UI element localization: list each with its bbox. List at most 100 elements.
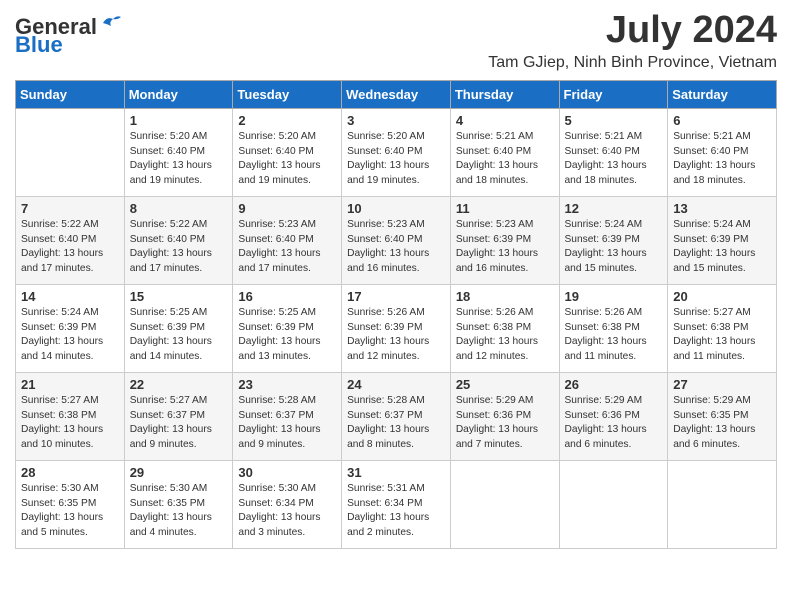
calendar-cell: 19 Sunrise: 5:26 AMSunset: 6:38 PMDayligh… xyxy=(559,284,668,372)
day-number: 30 xyxy=(238,465,336,480)
day-info: Sunrise: 5:23 AMSunset: 6:40 PMDaylight:… xyxy=(238,219,320,274)
day-number: 16 xyxy=(238,289,336,304)
day-number: 19 xyxy=(565,289,663,304)
header-monday: Monday xyxy=(124,80,233,108)
calendar-table: Sunday Monday Tuesday Wednesday Thursday… xyxy=(15,80,777,549)
day-info: Sunrise: 5:22 AMSunset: 6:40 PMDaylight:… xyxy=(130,219,212,274)
day-info: Sunrise: 5:25 AMSunset: 6:39 PMDaylight:… xyxy=(238,307,320,362)
day-number: 12 xyxy=(565,201,663,216)
day-info: Sunrise: 5:24 AMSunset: 6:39 PMDaylight:… xyxy=(21,307,103,362)
day-number: 15 xyxy=(130,289,228,304)
calendar-cell xyxy=(559,460,668,548)
day-number: 17 xyxy=(347,289,445,304)
calendar-week-row: 28Sunrise: 5:30 AMSunset: 6:35 PMDayligh… xyxy=(16,460,777,548)
month-title: July 2024 xyxy=(488,10,777,52)
calendar-cell: 1 Sunrise: 5:20 AMSunset: 6:40 PMDaylight… xyxy=(124,108,233,196)
day-info: Sunrise: 5:29 AMSunset: 6:36 PMDaylight:… xyxy=(565,395,647,450)
day-info: Sunrise: 5:30 AMSunset: 6:35 PMDaylight:… xyxy=(21,483,103,538)
calendar-cell: 22 Sunrise: 5:27 AMSunset: 6:37 PMDayligh… xyxy=(124,372,233,460)
header-sunday: Sunday xyxy=(16,80,125,108)
day-info: Sunrise: 5:23 AMSunset: 6:40 PMDaylight:… xyxy=(347,219,429,274)
day-info: Sunrise: 5:20 AMSunset: 6:40 PMDaylight:… xyxy=(347,131,429,186)
calendar-cell: 2Sunrise: 5:20 AMSunset: 6:40 PMDaylight… xyxy=(233,108,342,196)
calendar-cell xyxy=(450,460,559,548)
day-info: Sunrise: 5:26 AMSunset: 6:38 PMDaylight:… xyxy=(565,307,647,362)
day-info: Sunrise: 5:27 AMSunset: 6:38 PMDaylight:… xyxy=(673,307,755,362)
calendar-week-row: 1 Sunrise: 5:20 AMSunset: 6:40 PMDaylight… xyxy=(16,108,777,196)
calendar-cell: 9 Sunrise: 5:23 AMSunset: 6:40 PMDaylight… xyxy=(233,196,342,284)
calendar-cell: 5 Sunrise: 5:21 AMSunset: 6:40 PMDaylight… xyxy=(559,108,668,196)
calendar-cell: 14 Sunrise: 5:24 AMSunset: 6:39 PMDayligh… xyxy=(16,284,125,372)
header-wednesday: Wednesday xyxy=(342,80,451,108)
day-info: Sunrise: 5:30 AMSunset: 6:34 PMDaylight:… xyxy=(238,483,320,538)
day-number: 10 xyxy=(347,201,445,216)
day-number: 5 xyxy=(565,113,663,128)
day-number: 9 xyxy=(238,201,336,216)
calendar-cell: 4 Sunrise: 5:21 AMSunset: 6:40 PMDaylight… xyxy=(450,108,559,196)
day-number: 26 xyxy=(565,377,663,392)
calendar-cell: 24 Sunrise: 5:28 AMSunset: 6:37 PMDayligh… xyxy=(342,372,451,460)
calendar-cell: 25 Sunrise: 5:29 AMSunset: 6:36 PMDayligh… xyxy=(450,372,559,460)
day-number: 3 xyxy=(347,113,445,128)
day-number: 14 xyxy=(21,289,119,304)
logo-blue: Blue xyxy=(15,34,63,56)
day-info: Sunrise: 5:21 AMSunset: 6:40 PMDaylight:… xyxy=(565,131,647,186)
logo-bird-icon xyxy=(99,14,121,32)
calendar-cell: 27 Sunrise: 5:29 AMSunset: 6:35 PMDayligh… xyxy=(668,372,777,460)
calendar-cell: 6Sunrise: 5:21 AMSunset: 6:40 PMDaylight… xyxy=(668,108,777,196)
day-info: Sunrise: 5:20 AMSunset: 6:40 PMDaylight:… xyxy=(130,131,212,186)
day-number: 25 xyxy=(456,377,554,392)
calendar-cell: 18Sunrise: 5:26 AMSunset: 6:38 PMDayligh… xyxy=(450,284,559,372)
day-number: 8 xyxy=(130,201,228,216)
day-info: Sunrise: 5:24 AMSunset: 6:39 PMDaylight:… xyxy=(565,219,647,274)
day-number: 4 xyxy=(456,113,554,128)
day-info: Sunrise: 5:27 AMSunset: 6:37 PMDaylight:… xyxy=(130,395,212,450)
header-saturday: Saturday xyxy=(668,80,777,108)
calendar-week-row: 14 Sunrise: 5:24 AMSunset: 6:39 PMDayligh… xyxy=(16,284,777,372)
calendar-cell: 21 Sunrise: 5:27 AMSunset: 6:38 PMDayligh… xyxy=(16,372,125,460)
calendar-cell: 10 Sunrise: 5:23 AMSunset: 6:40 PMDayligh… xyxy=(342,196,451,284)
calendar-cell: 28Sunrise: 5:30 AMSunset: 6:35 PMDayligh… xyxy=(16,460,125,548)
day-info: Sunrise: 5:21 AMSunset: 6:40 PMDaylight:… xyxy=(673,131,755,186)
day-number: 29 xyxy=(130,465,228,480)
calendar-cell: 30 Sunrise: 5:30 AMSunset: 6:34 PMDayligh… xyxy=(233,460,342,548)
calendar-cell: 20Sunrise: 5:27 AMSunset: 6:38 PMDayligh… xyxy=(668,284,777,372)
day-info: Sunrise: 5:29 AMSunset: 6:35 PMDaylight:… xyxy=(673,395,755,450)
calendar-week-row: 21 Sunrise: 5:27 AMSunset: 6:38 PMDayligh… xyxy=(16,372,777,460)
day-info: Sunrise: 5:29 AMSunset: 6:36 PMDaylight:… xyxy=(456,395,538,450)
calendar-header-row: Sunday Monday Tuesday Wednesday Thursday… xyxy=(16,80,777,108)
day-number: 21 xyxy=(21,377,119,392)
day-info: Sunrise: 5:23 AMSunset: 6:39 PMDaylight:… xyxy=(456,219,538,274)
calendar-cell: 7Sunrise: 5:22 AMSunset: 6:40 PMDaylight… xyxy=(16,196,125,284)
title-area: July 2024 Tam GJiep, Ninh Binh Province,… xyxy=(488,10,777,72)
day-info: Sunrise: 5:26 AMSunset: 6:39 PMDaylight:… xyxy=(347,307,429,362)
logo: General Blue xyxy=(15,14,121,56)
day-info: Sunrise: 5:28 AMSunset: 6:37 PMDaylight:… xyxy=(347,395,429,450)
day-info: Sunrise: 5:30 AMSunset: 6:35 PMDaylight:… xyxy=(130,483,212,538)
header-thursday: Thursday xyxy=(450,80,559,108)
calendar-cell: 15 Sunrise: 5:25 AMSunset: 6:39 PMDayligh… xyxy=(124,284,233,372)
day-info: Sunrise: 5:31 AMSunset: 6:34 PMDaylight:… xyxy=(347,483,429,538)
calendar-cell: 11 Sunrise: 5:23 AMSunset: 6:39 PMDayligh… xyxy=(450,196,559,284)
day-info: Sunrise: 5:24 AMSunset: 6:39 PMDaylight:… xyxy=(673,219,755,274)
calendar-cell: 16 Sunrise: 5:25 AMSunset: 6:39 PMDayligh… xyxy=(233,284,342,372)
day-number: 11 xyxy=(456,201,554,216)
calendar-cell: 29 Sunrise: 5:30 AMSunset: 6:35 PMDayligh… xyxy=(124,460,233,548)
header-tuesday: Tuesday xyxy=(233,80,342,108)
calendar-cell: 12 Sunrise: 5:24 AMSunset: 6:39 PMDayligh… xyxy=(559,196,668,284)
location-title: Tam GJiep, Ninh Binh Province, Vietnam xyxy=(488,54,777,72)
day-info: Sunrise: 5:25 AMSunset: 6:39 PMDaylight:… xyxy=(130,307,212,362)
day-number: 23 xyxy=(238,377,336,392)
calendar-cell: 26 Sunrise: 5:29 AMSunset: 6:36 PMDayligh… xyxy=(559,372,668,460)
day-number: 27 xyxy=(673,377,771,392)
day-number: 22 xyxy=(130,377,228,392)
calendar-cell: 17 Sunrise: 5:26 AMSunset: 6:39 PMDayligh… xyxy=(342,284,451,372)
day-number: 2 xyxy=(238,113,336,128)
day-number: 31 xyxy=(347,465,445,480)
day-number: 1 xyxy=(130,113,228,128)
day-info: Sunrise: 5:21 AMSunset: 6:40 PMDaylight:… xyxy=(456,131,538,186)
day-number: 24 xyxy=(347,377,445,392)
page-header: General Blue July 2024 Tam GJiep, Ninh B… xyxy=(15,10,777,72)
day-info: Sunrise: 5:22 AMSunset: 6:40 PMDaylight:… xyxy=(21,219,103,274)
day-info: Sunrise: 5:27 AMSunset: 6:38 PMDaylight:… xyxy=(21,395,103,450)
